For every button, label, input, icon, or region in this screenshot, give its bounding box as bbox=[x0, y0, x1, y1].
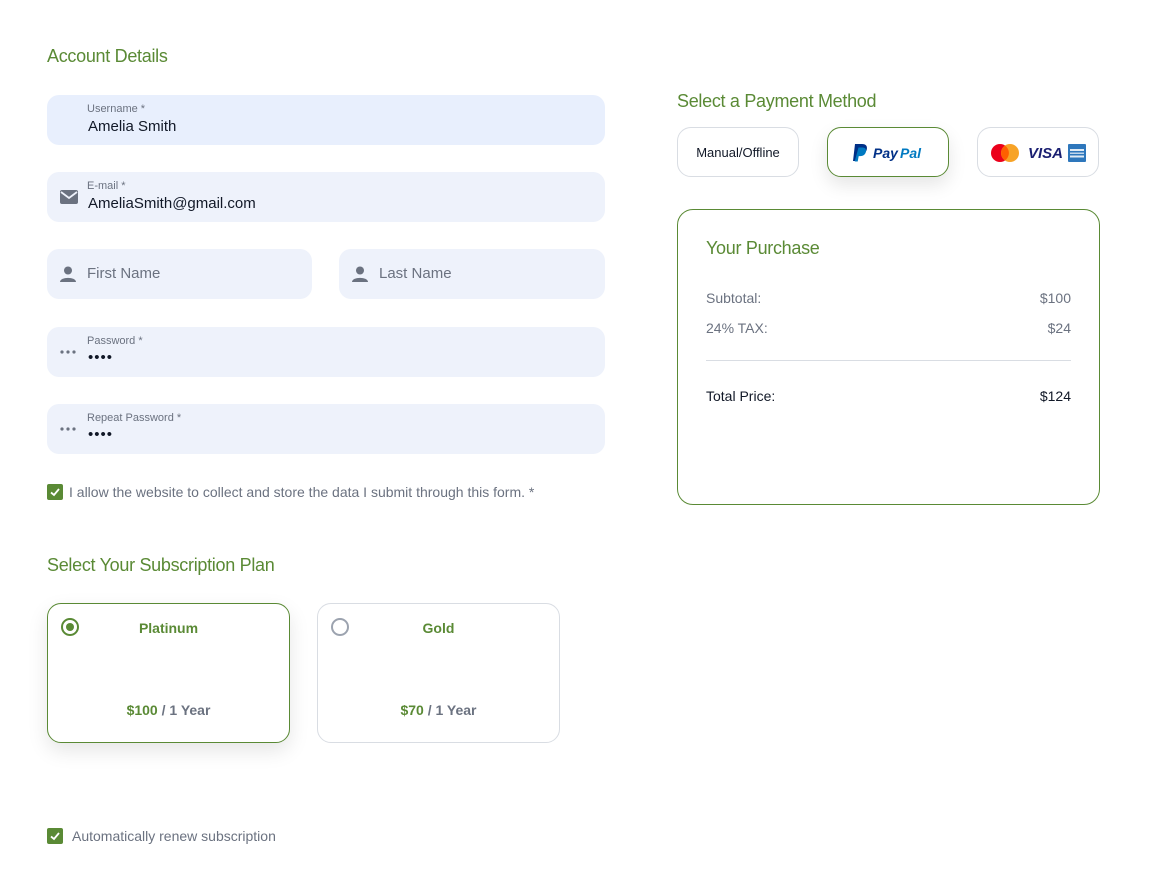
repeat-password-field[interactable]: Repeat Password * •••• bbox=[47, 404, 605, 454]
plan-card-gold[interactable]: Gold $70 / 1 Year bbox=[317, 603, 560, 743]
plan-price: $100 / 1 Year bbox=[126, 702, 211, 718]
email-field[interactable]: E-mail * AmeliaSmith@gmail.com bbox=[47, 172, 605, 222]
total-price-label: Total Price: bbox=[706, 388, 776, 404]
plan-price: $70 / 1 Year bbox=[400, 702, 477, 718]
amex-icon bbox=[1068, 144, 1086, 162]
last-name-placeholder: Last Name bbox=[379, 265, 452, 282]
subtotal-label: Subtotal: bbox=[706, 290, 762, 306]
payment-paypal-button[interactable]: Pay Pal bbox=[827, 127, 949, 177]
email-label: E-mail * bbox=[87, 180, 126, 192]
purchase-summary-card: Your Purchase Subtotal: $100 24% TAX: $2… bbox=[677, 209, 1100, 505]
password-dots-icon bbox=[59, 420, 77, 438]
auto-renew-label: Automatically renew subscription bbox=[72, 828, 276, 844]
consent-checkbox[interactable] bbox=[47, 484, 63, 500]
account-details-title: Account Details bbox=[47, 46, 168, 66]
auto-renew-checkbox[interactable] bbox=[47, 828, 63, 844]
password-value: •••• bbox=[88, 349, 114, 366]
subscription-title: Select Your Subscription Plan bbox=[47, 555, 275, 575]
consent-label: I allow the website to collect and store… bbox=[69, 484, 535, 500]
user-icon bbox=[59, 265, 77, 283]
mastercard-icon bbox=[991, 144, 1019, 162]
summary-divider bbox=[706, 360, 1071, 361]
password-field[interactable]: Password * •••• bbox=[47, 327, 605, 377]
password-dots-icon bbox=[59, 343, 77, 361]
tax-label: 24% TAX: bbox=[706, 320, 768, 336]
subtotal-value: $100 bbox=[1039, 290, 1071, 306]
user-icon bbox=[351, 265, 369, 283]
last-name-field[interactable]: Last Name bbox=[339, 249, 605, 299]
paypal-logo-icon: Pay Pal bbox=[853, 144, 922, 162]
checkmark-icon bbox=[50, 488, 60, 497]
email-value: AmeliaSmith@gmail.com bbox=[88, 195, 256, 212]
svg-text:Pay: Pay bbox=[873, 145, 899, 161]
first-name-placeholder: First Name bbox=[87, 265, 161, 282]
repeat-password-label: Repeat Password * bbox=[87, 412, 182, 424]
payment-method-title: Select a Payment Method bbox=[677, 91, 877, 111]
visa-icon: VISA bbox=[1028, 145, 1063, 162]
svg-text:Pal: Pal bbox=[900, 145, 922, 161]
checkmark-icon bbox=[50, 832, 60, 841]
plan-name: Platinum bbox=[138, 620, 199, 636]
username-field[interactable]: Username * Amelia Smith bbox=[47, 95, 605, 145]
repeat-password-value: •••• bbox=[88, 426, 114, 443]
total-price-value: $124 bbox=[1039, 388, 1071, 404]
svg-text:VISA: VISA bbox=[1028, 145, 1063, 162]
password-label: Password * bbox=[87, 335, 143, 347]
username-value: Amelia Smith bbox=[88, 118, 177, 135]
payment-manual-button[interactable]: Manual/Offline bbox=[677, 127, 799, 177]
first-name-field[interactable]: First Name bbox=[47, 249, 312, 299]
plan-card-platinum[interactable]: Platinum $100 / 1 Year bbox=[47, 603, 290, 743]
purchase-title: Your Purchase bbox=[706, 238, 820, 258]
plan-name: Gold bbox=[422, 620, 455, 636]
tax-value: $24 bbox=[1047, 320, 1071, 336]
payment-manual-label: Manual/Offline bbox=[696, 145, 780, 160]
envelope-icon bbox=[59, 188, 78, 206]
username-label: Username * bbox=[87, 103, 146, 115]
payment-card-button[interactable]: VISA bbox=[977, 127, 1099, 177]
